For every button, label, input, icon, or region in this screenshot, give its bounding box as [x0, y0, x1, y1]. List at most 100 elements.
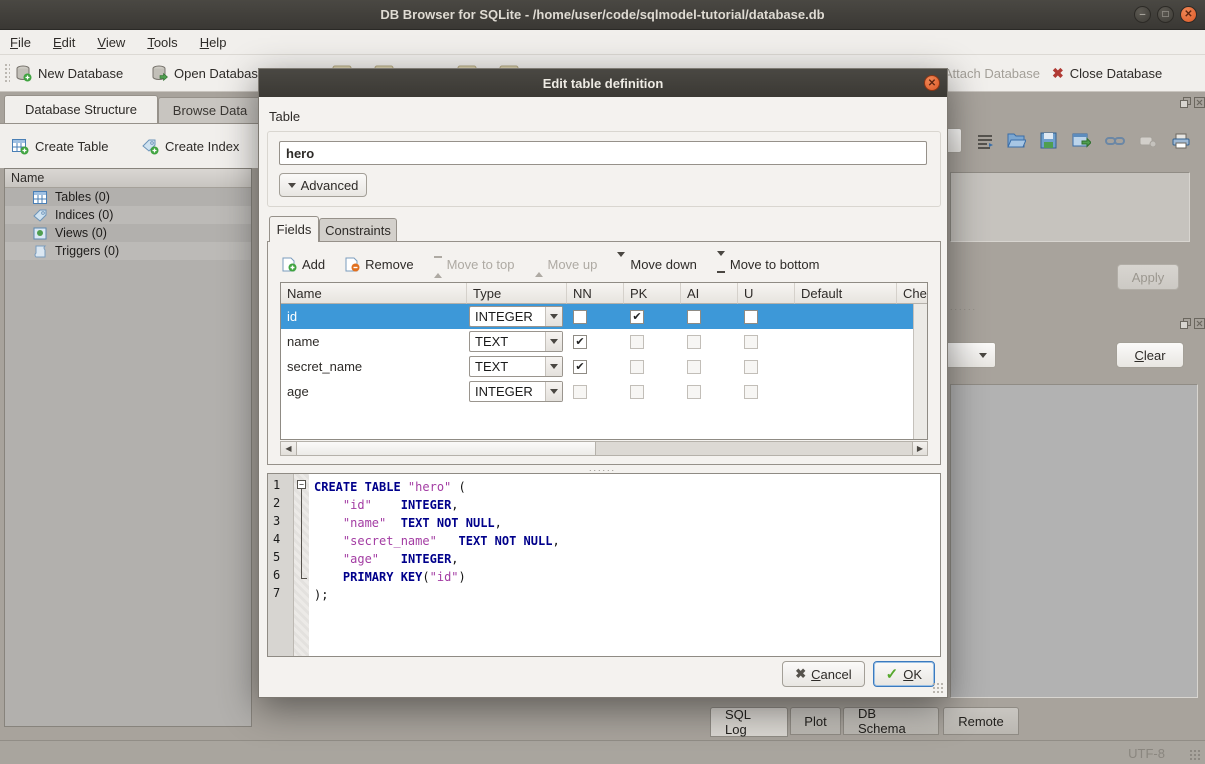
- tree-item-indices[interactable]: Indices (0): [5, 206, 251, 224]
- tab-fields[interactable]: Fields: [269, 216, 319, 242]
- bottom-tab-remote[interactable]: Remote: [943, 707, 1019, 735]
- ai-checkbox[interactable]: [687, 310, 701, 324]
- pk-checkbox[interactable]: [630, 385, 644, 399]
- dock-splitter-handle[interactable]: ......: [950, 302, 977, 312]
- ai-checkbox[interactable]: [687, 335, 701, 349]
- cell-editor-area[interactable]: [950, 172, 1190, 242]
- column-header-check[interactable]: Check: [897, 283, 928, 304]
- add-button[interactable]: Add: [282, 257, 325, 272]
- export-icon[interactable]: [1069, 128, 1094, 153]
- nn-checkbox[interactable]: ✔: [573, 335, 587, 349]
- remove-button[interactable]: Remove: [345, 257, 413, 272]
- u-checkbox[interactable]: [744, 360, 758, 374]
- menu-help[interactable]: Help: [200, 35, 227, 50]
- u-checkbox[interactable]: [744, 310, 758, 324]
- fold-marker[interactable]: −: [297, 480, 306, 489]
- cancel-button[interactable]: ✖ Cancel: [782, 661, 864, 687]
- column-header-nn[interactable]: NN: [567, 283, 624, 304]
- column-header-default[interactable]: Default: [795, 283, 897, 304]
- format-icon[interactable]: [972, 128, 997, 153]
- field-type-combo[interactable]: INTEGER: [469, 381, 563, 402]
- pk-checkbox[interactable]: ✔: [630, 310, 644, 324]
- table-name-input[interactable]: hero: [279, 141, 927, 165]
- sql-preview-editor[interactable]: 1234567 − CREATE TABLE "hero" ( "id" INT…: [267, 473, 941, 657]
- resize-grip[interactable]: [1189, 749, 1201, 761]
- field-row-name[interactable]: nameTEXT ✔: [281, 329, 927, 354]
- scroll-right-icon[interactable]: ▶: [912, 442, 927, 455]
- scrollbar-thumb[interactable]: [296, 442, 596, 455]
- column-header-ai[interactable]: AI: [681, 283, 738, 304]
- field-row-secret_name[interactable]: secret_nameTEXT✔: [281, 354, 927, 379]
- field-name[interactable]: name: [281, 329, 467, 354]
- tree-item-tables[interactable]: Tables (0): [5, 188, 251, 206]
- open-file-icon[interactable]: [1003, 128, 1028, 153]
- field-row-age[interactable]: ageINTEGER: [281, 379, 927, 404]
- pk-checkbox[interactable]: [630, 360, 644, 374]
- nn-checkbox[interactable]: [573, 310, 587, 324]
- close-window-button[interactable]: ✕: [1180, 6, 1197, 23]
- apply-button[interactable]: Apply: [1117, 264, 1179, 290]
- clear-log-button[interactable]: Clear: [1116, 342, 1184, 368]
- dock-float-icon[interactable]: [1180, 318, 1191, 329]
- tab-database-structure[interactable]: Database Structure: [4, 95, 158, 123]
- link-icon[interactable]: [1102, 128, 1127, 153]
- ai-checkbox[interactable]: [687, 360, 701, 374]
- field-default[interactable]: [795, 329, 897, 354]
- bottom-tab-sql-log[interactable]: SQL Log: [710, 707, 788, 737]
- bottom-tab-db-schema[interactable]: DB Schema: [843, 707, 939, 735]
- tab-browse-data[interactable]: Browse Data: [158, 97, 262, 123]
- vertical-scrollbar[interactable]: [913, 304, 927, 439]
- schema-tree[interactable]: Name Tables (0)Indices (0)Views (0)Trigg…: [4, 168, 252, 727]
- field-name[interactable]: id: [281, 304, 467, 329]
- field-row-id[interactable]: idINTEGER ✔: [281, 304, 927, 329]
- field-default[interactable]: [795, 354, 897, 379]
- null-icon[interactable]: [1135, 128, 1160, 153]
- nn-checkbox[interactable]: ✔: [573, 360, 587, 374]
- maximize-button[interactable]: □: [1157, 6, 1174, 23]
- dock-float-icon[interactable]: [1180, 97, 1191, 108]
- field-type-combo[interactable]: TEXT: [469, 356, 563, 377]
- nn-checkbox[interactable]: [573, 385, 587, 399]
- field-default[interactable]: [795, 304, 897, 329]
- field-name[interactable]: age: [281, 379, 467, 404]
- sql-log-area[interactable]: [950, 384, 1198, 698]
- fields-table[interactable]: NameTypeNNPKAIUDefaultCheck idINTEGER✔na…: [280, 282, 928, 440]
- scroll-left-icon[interactable]: ◀: [281, 442, 296, 455]
- menu-tools[interactable]: Tools: [147, 35, 177, 50]
- field-default[interactable]: [795, 379, 897, 404]
- dock-close-icon[interactable]: [1194, 318, 1205, 329]
- cell-mode-combo[interactable]: [948, 128, 962, 153]
- dialog-resize-grip[interactable]: [932, 682, 944, 694]
- field-type-combo[interactable]: TEXT: [469, 331, 563, 352]
- horizontal-scrollbar[interactable]: ◀ ▶: [280, 441, 928, 456]
- column-header-u[interactable]: U: [738, 283, 795, 304]
- ai-checkbox[interactable]: [687, 385, 701, 399]
- u-checkbox[interactable]: [744, 335, 758, 349]
- dock-close-icon[interactable]: [1194, 97, 1205, 108]
- menu-file[interactable]: File: [10, 35, 31, 50]
- menu-edit[interactable]: Edit: [53, 35, 75, 50]
- u-checkbox[interactable]: [744, 385, 758, 399]
- column-header-pk[interactable]: PK: [624, 283, 681, 304]
- toolbar-grip[interactable]: [4, 63, 10, 83]
- move-to-bottom-button[interactable]: Move to bottom: [717, 256, 820, 273]
- minimize-button[interactable]: –: [1134, 6, 1151, 23]
- pk-checkbox[interactable]: [630, 335, 644, 349]
- advanced-button[interactable]: Advanced: [279, 173, 367, 197]
- tree-item-views[interactable]: Views (0): [5, 224, 251, 242]
- new-database-button[interactable]: New Database: [16, 60, 123, 87]
- field-type-combo[interactable]: INTEGER: [469, 306, 563, 327]
- ok-button[interactable]: ✓ OK: [873, 661, 935, 687]
- print-icon[interactable]: [1168, 128, 1193, 153]
- column-header-type[interactable]: Type: [467, 283, 567, 304]
- close-database-button[interactable]: ✖ Close Database: [1052, 60, 1162, 87]
- dialog-splitter-handle[interactable]: ......: [589, 463, 616, 473]
- create-index-button[interactable]: Create Index: [142, 134, 239, 159]
- move-to-top-button[interactable]: Move to top: [434, 256, 515, 273]
- bottom-tab-plot[interactable]: Plot: [790, 707, 841, 735]
- menu-view[interactable]: View: [97, 35, 125, 50]
- dialog-close-icon[interactable]: ✕: [924, 75, 940, 91]
- move-down-button[interactable]: Move down: [617, 257, 696, 272]
- move-up-button[interactable]: Move up: [535, 257, 598, 272]
- tree-item-triggers[interactable]: Triggers (0): [5, 242, 251, 260]
